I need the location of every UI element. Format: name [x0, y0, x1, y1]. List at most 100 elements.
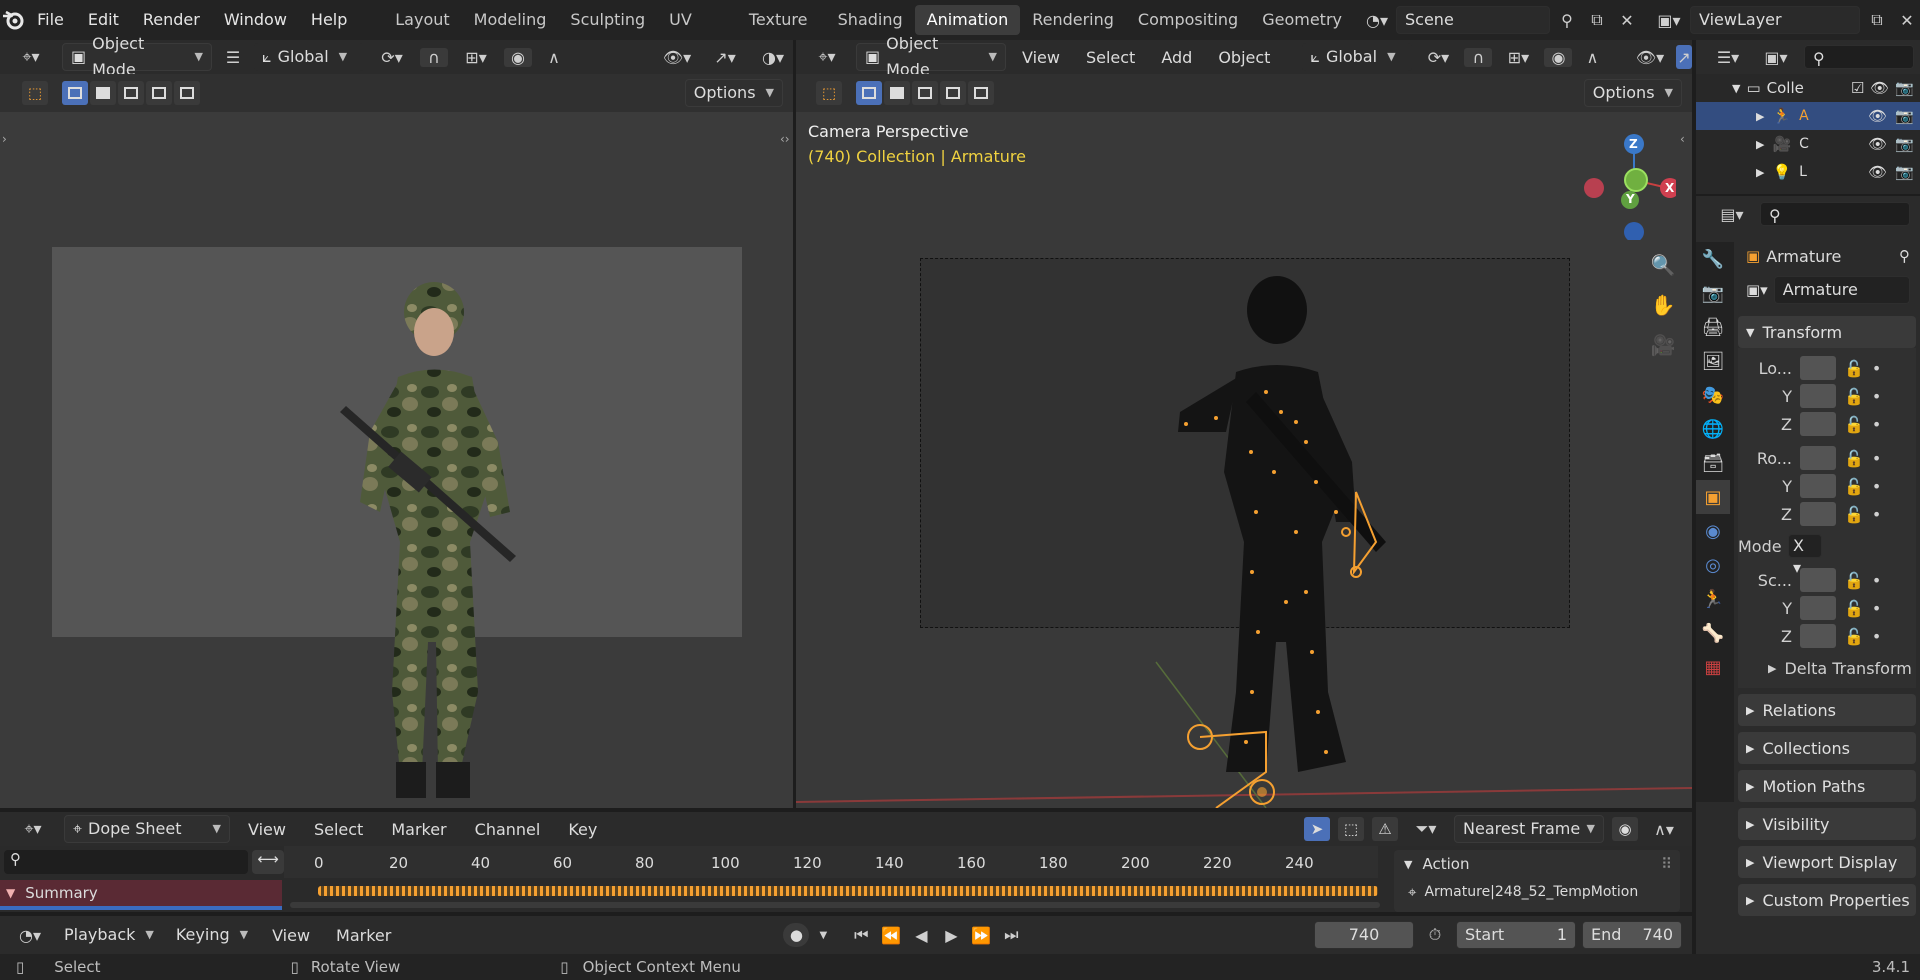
dopesheet-mode-dropdown[interactable]: ⌖ Dope Sheet ▼	[64, 815, 230, 843]
select-tool-icon[interactable]: ⬚	[22, 81, 48, 105]
only-errors-icon[interactable]: ⚠	[1372, 817, 1398, 841]
left-mode-dropdown[interactable]: ▣ Object Mode ▼	[62, 34, 212, 79]
constraints-tab-icon[interactable]: 🏃	[1696, 582, 1730, 616]
object-name-field[interactable]: Armature	[1773, 276, 1910, 304]
scale-y-field[interactable]	[1800, 596, 1836, 620]
select-intersect-icon[interactable]	[174, 81, 200, 105]
menu-object[interactable]: Object	[1208, 48, 1280, 67]
scale-z-field[interactable]	[1800, 624, 1836, 648]
keyframe-dot-icon[interactable]: •	[1872, 505, 1881, 524]
visibility-icon[interactable]: 👁▾	[1630, 48, 1670, 67]
left-panel-divider-arrows[interactable]: ‹›	[780, 132, 790, 146]
falloff-icon[interactable]: ∧	[1578, 48, 1606, 67]
auto-keying-icon[interactable]: ●	[783, 923, 810, 947]
scrollbar[interactable]	[290, 902, 1380, 908]
properties-type-icon[interactable]: ▤▾	[1712, 205, 1752, 224]
jump-start-icon[interactable]: ⏮	[849, 925, 873, 945]
tab-compositing[interactable]: Compositing	[1126, 5, 1250, 35]
lock-icon[interactable]: 🔓	[1844, 599, 1864, 618]
select-tool-icon[interactable]: ⬚	[816, 81, 842, 105]
render-camera-icon[interactable]: 📷	[1895, 163, 1914, 181]
dopesheet-menu-key[interactable]: Key	[558, 820, 607, 839]
menu-add[interactable]: Add	[1151, 48, 1202, 67]
bone-data-tab-icon[interactable]: 🦴	[1696, 616, 1730, 650]
play-icon[interactable]: ▶	[939, 926, 963, 945]
tab-sculpting[interactable]: Sculpting	[558, 5, 657, 35]
menu-view[interactable]: View	[1012, 48, 1070, 67]
keyframe-dot-icon[interactable]: •	[1872, 415, 1881, 434]
gizmo-toggle-icon[interactable]: ↗	[1676, 45, 1692, 69]
channel-search-field[interactable]: ⚲	[4, 850, 248, 874]
navigation-gizmo[interactable]	[1556, 120, 1676, 240]
keyframe-dot-icon[interactable]: •	[1872, 359, 1881, 378]
menu-select[interactable]: Select	[1076, 48, 1145, 67]
stopwatch-icon[interactable]: ⏱	[1420, 925, 1450, 945]
left-expand-arrow[interactable]: ›	[2, 132, 7, 146]
select-invert-icon[interactable]	[940, 81, 966, 105]
remove-scene-icon[interactable]: ✕	[1614, 11, 1640, 30]
expand-arrow-icon[interactable]: ▶	[1756, 138, 1764, 151]
falloff-icon[interactable]: ∧	[540, 48, 568, 67]
outliner-row-armature[interactable]: ▶ 🏃 A 👁 📷	[1696, 102, 1920, 130]
lock-icon[interactable]: 🔓	[1844, 505, 1864, 524]
play-reverse-icon[interactable]: ◀	[909, 926, 933, 945]
custom-properties-panel-header[interactable]: ▶ Custom Properties	[1738, 884, 1916, 916]
transform-panel-header[interactable]: ▼ Transform	[1738, 316, 1916, 348]
keyframe-dot-icon[interactable]: •	[1872, 571, 1881, 590]
timeline-menu-view[interactable]: View	[262, 926, 320, 945]
chevron-down-icon[interactable]: ▼	[1404, 858, 1412, 871]
snap-icon[interactable]: ∩	[420, 47, 448, 67]
swap-channels-icon[interactable]: ⟷	[252, 850, 284, 874]
collections-panel-header[interactable]: ▶ Collections	[1738, 732, 1916, 764]
properties-search-field[interactable]: ⚲	[1760, 202, 1910, 226]
data-type-icon[interactable]: ▣▾	[1746, 281, 1768, 299]
left-viewport[interactable]	[0, 112, 793, 808]
tab-geometry-nodes[interactable]: Geometry Node	[1250, 5, 1354, 59]
lock-icon[interactable]: 🔓	[1844, 387, 1864, 406]
object-tab-icon[interactable]: ▣	[1696, 480, 1730, 514]
location-z-field[interactable]	[1800, 412, 1836, 436]
output-tab-icon[interactable]: 🖨	[1696, 310, 1730, 344]
jump-end-icon[interactable]: ⏭	[999, 925, 1023, 945]
render-camera-icon[interactable]: 📷	[1895, 135, 1914, 153]
playback-menu[interactable]: Playback ▼	[56, 921, 162, 949]
dopesheet-body[interactable]: ⚲ ⟷ 0 20 40 60 80 100 120 140 160 180 20…	[0, 846, 1692, 912]
keyframe-dot-icon[interactable]: •	[1872, 387, 1881, 406]
world-tab-icon[interactable]: 🌐	[1696, 412, 1730, 446]
summary-channel[interactable]: ▼ Summary	[0, 880, 282, 906]
right-options-dropdown[interactable]: Options ▼	[1583, 79, 1682, 107]
left-options-dropdown[interactable]: Options ▼	[684, 79, 783, 107]
rotation-z-field[interactable]	[1800, 502, 1836, 526]
select-subtract-icon[interactable]	[118, 81, 144, 105]
blender-logo-icon[interactable]	[0, 0, 25, 40]
only-selected-icon[interactable]: ➤	[1304, 817, 1330, 841]
tab-modeling[interactable]: Modeling	[462, 5, 559, 35]
select-invert-icon[interactable]	[146, 81, 172, 105]
snap-icon[interactable]: ∩	[1464, 47, 1493, 67]
scene-tab-icon[interactable]: 🎭	[1696, 378, 1730, 412]
end-frame-field[interactable]: End 740	[1582, 921, 1682, 949]
tab-rendering[interactable]: Rendering	[1020, 5, 1126, 35]
editor-type-icon[interactable]: ◔▾	[10, 926, 50, 945]
pivot-icon[interactable]: ⟳▾	[372, 48, 412, 67]
expand-arrow-icon[interactable]: ▼	[1732, 82, 1740, 95]
collection-tab-icon[interactable]: 🗃	[1696, 446, 1730, 480]
checkbox-icon[interactable]: ☑	[1851, 79, 1864, 97]
keying-menu[interactable]: Keying ▼	[168, 921, 256, 949]
expand-arrow-icon[interactable]: ▶	[1756, 166, 1764, 179]
expand-arrow-icon[interactable]: ▶	[1756, 110, 1764, 123]
gizmo-icon[interactable]: ↗▾	[705, 48, 745, 67]
visibility-panel-header[interactable]: ▶ Visibility	[1738, 808, 1916, 840]
action-name[interactable]: Armature|248_52_TempMotion	[1424, 884, 1638, 900]
pin-icon[interactable]: ⚲	[1899, 247, 1910, 265]
viewport-display-panel-header[interactable]: ▶ Viewport Display	[1738, 846, 1916, 878]
show-hidden-icon[interactable]: ⬚	[1338, 817, 1364, 841]
lock-icon[interactable]: 🔓	[1844, 415, 1864, 434]
pan-hand-icon[interactable]: ✋	[1646, 288, 1680, 322]
proportional-edit-icon[interactable]: ◉	[504, 47, 532, 67]
menu-file[interactable]: File	[25, 0, 76, 40]
view-layer-field[interactable]: ViewLayer	[1690, 6, 1860, 34]
collection-label[interactable]: Colle	[1767, 79, 1804, 97]
select-new-icon[interactable]	[856, 81, 882, 105]
view-layer-tab-icon[interactable]: 🖼	[1696, 344, 1730, 378]
